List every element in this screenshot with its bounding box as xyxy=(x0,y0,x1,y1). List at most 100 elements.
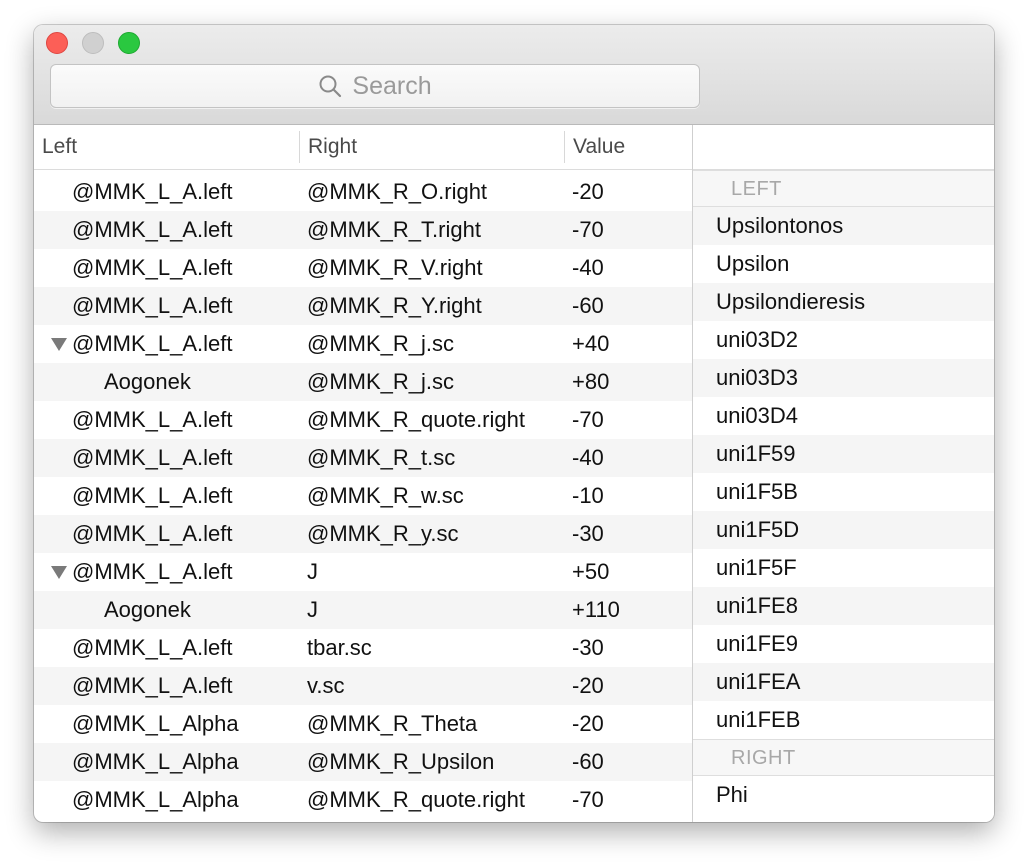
cell-left: @MMK_L_A.left xyxy=(72,521,233,546)
table-row[interactable]: @MMK_L_Alpha @MMK_R_Theta -20 xyxy=(34,705,692,743)
table-row[interactable]: Aogonek @MMK_R_j.sc +80 xyxy=(34,363,692,401)
sidebar-glyph-item[interactable]: Upsilondieresis xyxy=(693,283,994,321)
cell-value[interactable]: -20 xyxy=(572,667,604,705)
cell-right: @MMK_R_w.sc xyxy=(307,483,464,508)
table-row[interactable]: @MMK_L_A.left J +50 xyxy=(34,553,692,591)
cell-value[interactable]: -20 xyxy=(572,705,604,743)
cell-value[interactable]: -60 xyxy=(572,743,604,781)
cell-right: @MMK_R_Theta xyxy=(307,711,478,736)
search-field-content: Search xyxy=(51,65,699,107)
cell-left: @MMK_L_A.left xyxy=(72,331,233,356)
cell-value[interactable]: -30 xyxy=(572,515,604,553)
cell-right: J xyxy=(307,597,318,622)
table-row[interactable]: @MMK_L_A.left @MMK_R_T.right -70 xyxy=(34,211,692,249)
search-placeholder: Search xyxy=(352,71,432,100)
sidebar-header xyxy=(693,125,994,170)
sidebar-list: LEFT Upsilontonos Upsilon Upsilondieresis un… xyxy=(693,170,994,814)
cell-right: @MMK_R_y.sc xyxy=(307,521,459,546)
table-row[interactable]: @MMK_L_A.left v.sc -20 xyxy=(34,667,692,705)
sidebar-glyph-item[interactable]: uni1FEB xyxy=(693,701,994,739)
cell-value[interactable]: -70 xyxy=(572,781,604,819)
cell-left: @MMK_L_A.left xyxy=(72,559,233,584)
table-row[interactable]: @MMK_L_A.left @MMK_R_quote.right -70 xyxy=(34,401,692,439)
cell-left: Aogonek xyxy=(104,369,191,394)
sidebar-glyph-item[interactable]: uni03D3 xyxy=(693,359,994,397)
table-row[interactable]: @MMK_L_A.left tbar.sc -30 xyxy=(34,629,692,667)
cell-right: @MMK_R_j.sc xyxy=(307,369,455,394)
glyph-sidebar: LEFT Upsilontonos Upsilon Upsilondieresis un… xyxy=(692,125,994,822)
cell-right: @MMK_R_j.sc xyxy=(307,331,455,356)
cell-value[interactable]: -10 xyxy=(572,477,604,515)
sidebar-glyph-item[interactable]: Upsilontonos xyxy=(693,207,994,245)
cell-left: @MMK_L_A.left xyxy=(72,673,233,698)
column-header-left[interactable]: Left xyxy=(34,125,300,169)
table-row[interactable]: Aogonek J +110 xyxy=(34,591,692,629)
cell-right: @MMK_R_Upsilon xyxy=(307,749,495,774)
sidebar-glyph-item[interactable]: uni03D2 xyxy=(693,321,994,359)
minimize-window-button[interactable] xyxy=(82,32,104,54)
cell-value[interactable]: -40 xyxy=(572,439,604,477)
sidebar-glyph-item[interactable]: uni1F5D xyxy=(693,511,994,549)
column-header-value[interactable]: Value xyxy=(565,125,692,169)
cell-left: @MMK_L_A.left xyxy=(72,179,233,204)
search-field[interactable]: Search xyxy=(50,64,700,108)
table-row[interactable]: @MMK_L_A.left @MMK_R_t.sc -40 xyxy=(34,439,692,477)
sidebar-section-left: LEFT xyxy=(693,170,994,207)
cell-right: @MMK_R_Y.right xyxy=(307,293,482,318)
cell-value[interactable]: +50 xyxy=(572,553,609,591)
sidebar-glyph-item[interactable]: Phi xyxy=(693,776,994,814)
sidebar-glyph-item[interactable]: uni1FE9 xyxy=(693,625,994,663)
sidebar-glyph-item[interactable]: uni1F59 xyxy=(693,435,994,473)
table-body: @MMK_L_A.left @MMK_R_O.right -20 @MMK_L_A.l… xyxy=(34,173,692,819)
cell-value[interactable]: +40 xyxy=(572,325,609,363)
sidebar-glyph-item[interactable]: uni03D4 xyxy=(693,397,994,435)
cell-left: @MMK_L_A.left xyxy=(72,293,233,318)
cell-left: @MMK_L_A.left xyxy=(72,255,233,280)
cell-left: @MMK_L_A.left xyxy=(72,407,233,432)
sidebar-glyph-item[interactable]: uni1F5B xyxy=(693,473,994,511)
table-row[interactable]: @MMK_L_Alpha @MMK_R_Upsilon -60 xyxy=(34,743,692,781)
table-row[interactable]: @MMK_L_A.left @MMK_R_j.sc +40 xyxy=(34,325,692,363)
close-window-button[interactable] xyxy=(46,32,68,54)
sidebar-glyph-item[interactable]: uni1FE8 xyxy=(693,587,994,625)
table-row[interactable]: @MMK_L_A.left @MMK_R_O.right -20 xyxy=(34,173,692,211)
cell-left: @MMK_L_Alpha xyxy=(72,787,239,812)
disclosure-triangle-icon[interactable] xyxy=(51,338,67,351)
table-row[interactable]: @MMK_L_Alpha @MMK_R_quote.right -70 xyxy=(34,781,692,819)
cell-left: @MMK_L_Alpha xyxy=(72,711,239,736)
cell-value[interactable]: -40 xyxy=(572,249,604,287)
cell-value[interactable]: -20 xyxy=(572,173,604,211)
sidebar-glyph-item[interactable]: Upsilon xyxy=(693,245,994,283)
cell-right: J xyxy=(307,559,318,584)
cell-value[interactable]: -60 xyxy=(572,287,604,325)
cell-value[interactable]: -70 xyxy=(572,401,604,439)
kerning-window: Search Left Right Value @MMK_L_A.left @MM… xyxy=(34,25,994,822)
sidebar-glyph-item[interactable]: uni1FEA xyxy=(693,663,994,701)
titlebar: Search xyxy=(34,25,994,125)
sidebar-glyph-item[interactable]: uni1F5F xyxy=(693,549,994,587)
cell-value[interactable]: +80 xyxy=(572,363,609,401)
cell-right: @MMK_R_T.right xyxy=(307,217,481,242)
cell-value[interactable]: +110 xyxy=(572,591,620,629)
cell-left: @MMK_L_A.left xyxy=(72,445,233,470)
cell-right: @MMK_R_O.right xyxy=(307,179,488,204)
cell-value[interactable]: -70 xyxy=(572,211,604,249)
table-row[interactable]: @MMK_L_A.left @MMK_R_V.right -40 xyxy=(34,249,692,287)
cell-left: @MMK_L_A.left xyxy=(72,483,233,508)
zoom-window-button[interactable] xyxy=(118,32,140,54)
cell-value[interactable]: -30 xyxy=(572,629,604,667)
kerning-table: Left Right Value @MMK_L_A.left @MMK_R_O.r… xyxy=(34,125,692,822)
table-header: Left Right Value xyxy=(34,125,692,170)
cell-left: @MMK_L_A.left xyxy=(72,217,233,242)
cell-right: v.sc xyxy=(307,673,345,698)
table-row[interactable]: @MMK_L_A.left @MMK_R_y.sc -30 xyxy=(34,515,692,553)
cell-left: Aogonek xyxy=(104,597,191,622)
cell-left: @MMK_L_Alpha xyxy=(72,749,239,774)
table-row[interactable]: @MMK_L_A.left @MMK_R_w.sc -10 xyxy=(34,477,692,515)
table-row[interactable]: @MMK_L_A.left @MMK_R_Y.right -60 xyxy=(34,287,692,325)
sidebar-section-right: RIGHT xyxy=(693,739,994,776)
cell-right: @MMK_R_quote.right xyxy=(307,787,525,812)
disclosure-triangle-icon[interactable] xyxy=(51,566,67,579)
cell-left: @MMK_L_A.left xyxy=(72,635,233,660)
column-header-right[interactable]: Right xyxy=(300,125,565,169)
